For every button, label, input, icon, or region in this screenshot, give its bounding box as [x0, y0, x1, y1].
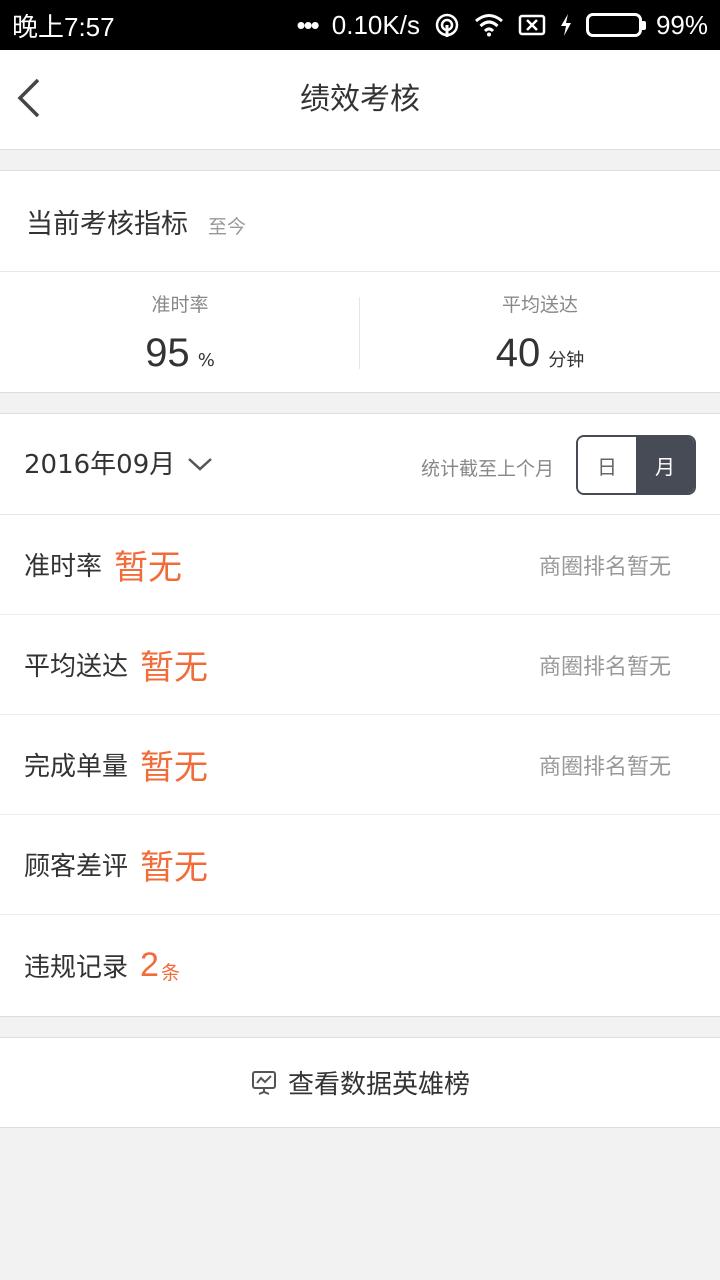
battery-percent: 99%	[655, 9, 708, 40]
metric-row-violations[interactable]: 违规记录 2 条	[0, 915, 720, 1015]
metric-row-negative-reviews: 顾客差评 暂无	[0, 815, 720, 915]
status-time: 晚上7:57	[12, 11, 115, 42]
metric-value: 暂无	[140, 748, 209, 788]
stat-number: 40	[495, 331, 541, 375]
monthly-metrics-card: 2016年09月 统计截至上个月 日 月 准时率 暂无 商圈排名暂无 平均送达 …	[0, 413, 720, 1017]
chart-board-icon	[250, 1069, 278, 1097]
wifi-icon	[474, 13, 504, 37]
status-indicators: ••• 0.10K/s 99%	[296, 10, 708, 41]
period-toggle: 日 月	[576, 435, 696, 495]
stat-unit: %	[197, 350, 215, 371]
current-metrics-subtitle: 至今	[208, 215, 247, 238]
toggle-day-button[interactable]: 日	[578, 437, 636, 493]
stat-label: 准时率	[151, 294, 209, 316]
data-leaderboard-button[interactable]: 查看数据英雄榜	[0, 1037, 720, 1128]
net-speed: 0.10K/s	[331, 9, 420, 40]
month-label: 2016年09月	[24, 450, 176, 480]
stats-cutoff-note: 统计截至上个月	[420, 458, 554, 480]
stat-ontime-rate: 准时率 95%	[0, 272, 360, 392]
chevron-down-icon	[188, 457, 213, 471]
stat-number: 95	[145, 331, 190, 375]
metric-label: 顾客差评	[24, 852, 129, 882]
area-rank: 商圈排名暂无	[538, 754, 671, 780]
more-notifications-icon: •••	[296, 10, 319, 40]
metric-label: 违规记录	[24, 952, 129, 983]
violation-count: 2	[140, 945, 159, 984]
stat-value: 40 分钟	[360, 331, 720, 376]
area-rank: 商圈排名暂无	[538, 654, 671, 680]
no-sim-icon	[518, 14, 546, 36]
data-leaderboard-label: 查看数据英雄榜	[287, 1070, 470, 1100]
metric-row-ontime-rate: 准时率 暂无 商圈排名暂无	[0, 515, 720, 615]
current-metrics-card: 当前考核指标 至今 准时率 95% 平均送达 40 分钟	[0, 170, 720, 393]
current-metrics-stats: 准时率 95% 平均送达 40 分钟	[0, 272, 720, 392]
status-bar: 晚上7:57 ••• 0.10K/s 99%	[0, 0, 720, 50]
violation-unit: 条	[160, 961, 180, 984]
metric-value: 暂无	[140, 848, 209, 888]
metric-label: 准时率	[24, 552, 103, 582]
nav-bar: 绩效考核	[0, 50, 720, 150]
metric-row-average-delivery: 平均送达 暂无 商圈排名暂无	[0, 615, 720, 715]
metric-row-completed-orders: 完成单量 暂无 商圈排名暂无	[0, 715, 720, 815]
metric-label: 平均送达	[24, 652, 129, 682]
current-metrics-title: 当前考核指标	[26, 208, 188, 240]
page-title: 绩效考核	[300, 82, 420, 117]
battery-icon	[585, 13, 646, 37]
monthly-header: 2016年09月 统计截至上个月 日 月	[0, 414, 720, 515]
stat-label: 平均送达	[501, 294, 578, 316]
stat-value: 95%	[0, 331, 360, 376]
metric-label: 完成单量	[24, 752, 129, 782]
stat-average-delivery: 平均送达 40 分钟	[360, 272, 720, 392]
hotspot-icon	[434, 12, 460, 38]
month-selector[interactable]: 2016年09月	[24, 444, 213, 481]
toggle-month-button[interactable]: 月	[636, 437, 694, 493]
charging-icon	[560, 14, 572, 36]
current-metrics-header: 当前考核指标 至今	[0, 171, 720, 272]
metric-value: 暂无	[140, 648, 209, 688]
stat-unit: 分钟	[548, 350, 585, 371]
area-rank: 商圈排名暂无	[538, 554, 671, 580]
metric-value: 暂无	[114, 548, 183, 588]
